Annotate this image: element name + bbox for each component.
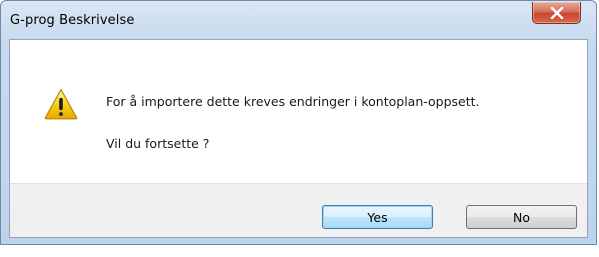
title-bar[interactable]: G-prog Beskrivelse bbox=[1, 1, 596, 38]
warning-icon bbox=[44, 88, 78, 120]
no-button[interactable]: No bbox=[466, 205, 577, 229]
yes-button[interactable]: Yes bbox=[322, 205, 433, 229]
dialog-client-area: For å importere dette kreves endringer i… bbox=[9, 39, 588, 238]
close-button[interactable] bbox=[532, 2, 581, 24]
message-area: For å importere dette kreves endringer i… bbox=[10, 40, 587, 183]
close-icon bbox=[550, 6, 563, 19]
dialog-message: For å importere dette kreves endringer i… bbox=[106, 94, 480, 109]
window-title: G-prog Beskrivelse bbox=[10, 13, 135, 28]
button-bar: Yes No bbox=[10, 183, 587, 237]
dialog-question: Vil du fortsette ? bbox=[106, 136, 210, 151]
dialog-window: G-prog Beskrivelse For å importere dette… bbox=[0, 0, 597, 245]
